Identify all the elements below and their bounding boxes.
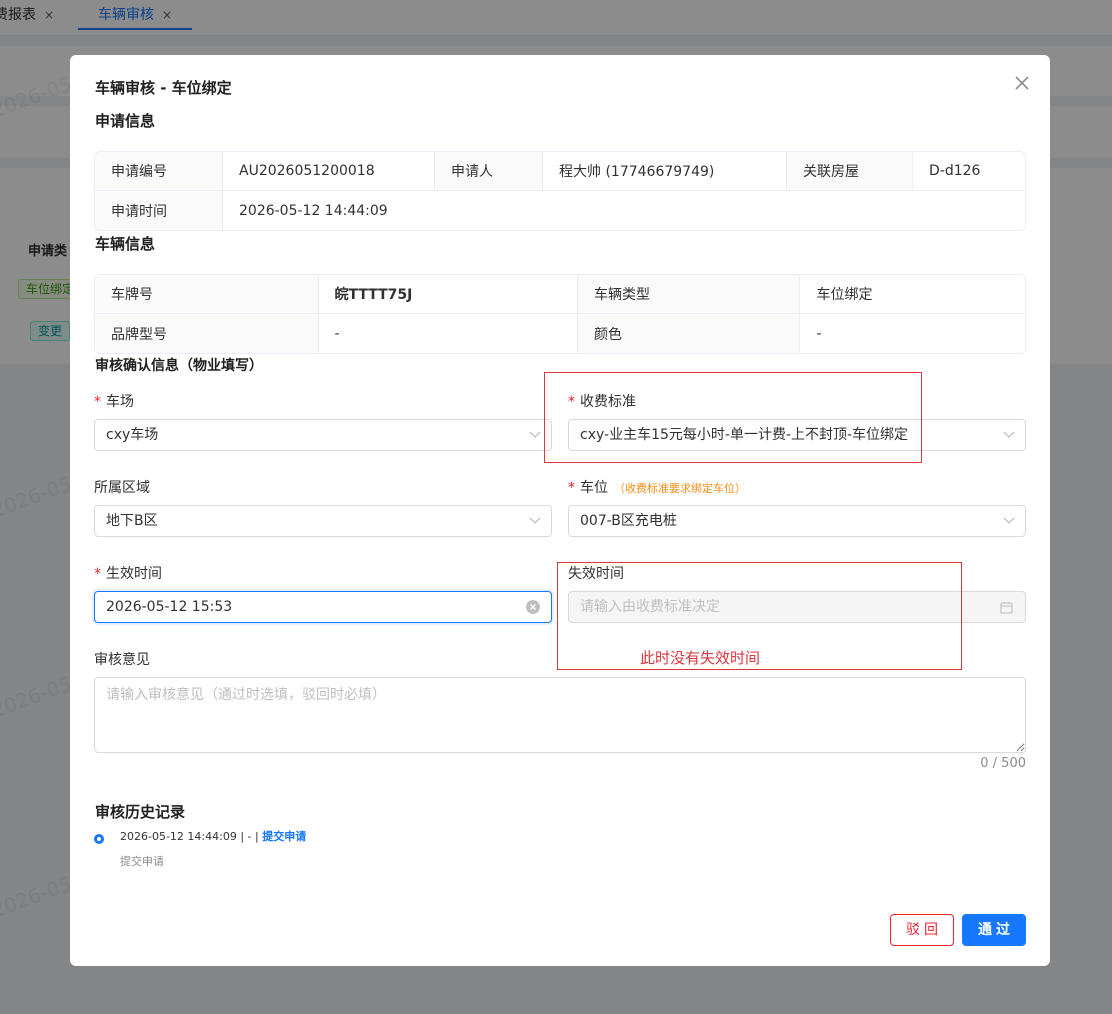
value-color: - <box>816 325 822 342</box>
value-applicant: 程大帅 (17746679749) <box>543 152 787 191</box>
chevron-down-icon <box>529 431 541 438</box>
calendar-icon <box>1000 602 1013 614</box>
clear-icon[interactable] <box>526 600 540 614</box>
timeline-item-desc: 提交申请 <box>120 855 164 868</box>
chevron-down-icon <box>529 517 541 524</box>
label-text: 车位 <box>580 480 608 496</box>
label-text: 车场 <box>106 394 134 410</box>
select-value: cxy车场 <box>106 427 159 443</box>
select-value: 地下B区 <box>106 513 158 529</box>
section-title-history: 审核历史记录 <box>95 803 186 821</box>
label-parking-lot: * 车场 <box>94 391 134 411</box>
timeline-action: 提交申请 <box>262 830 307 843</box>
pass-button[interactable]: 通过 <box>962 914 1026 946</box>
table-row: 申请编号 AU2026051200018 申请人 程大帅 (1774667974… <box>95 152 1025 191</box>
chevron-down-icon <box>1003 431 1015 438</box>
value-house: D-d126 <box>913 152 1025 191</box>
label-apply-time: 申请时间 <box>95 191 223 230</box>
value-plate: 皖TTTT75J <box>318 275 578 314</box>
timeline-item-meta: 2026-05-12 14:44:09 | - | 提交申请 <box>120 828 306 844</box>
dialog-title: 车辆审核 - 车位绑定 <box>95 79 232 97</box>
value-apply-time: 2026-05-12 14:44:09 <box>239 202 388 219</box>
label-effective-time: * 生效时间 <box>94 563 162 583</box>
parking-lot-select[interactable]: cxy车场 <box>94 419 552 451</box>
input-value: 2026-05-12 15:53 <box>106 599 233 615</box>
timeline-meta-text: 2026-05-12 14:44:09 | - | <box>120 830 263 843</box>
select-value: 007-B区充电桩 <box>580 513 677 529</box>
label-applicant: 申请人 <box>435 152 543 191</box>
area-select[interactable]: 地下B区 <box>94 505 552 537</box>
label-opinion: 审核意见 <box>94 652 150 668</box>
field-hint: （收费标准要求绑定车位） <box>614 482 746 495</box>
timeline-dot <box>94 834 104 844</box>
reject-button[interactable]: 驳回 <box>890 914 954 946</box>
annotation-note: 此时没有失效时间 <box>640 649 761 667</box>
opinion-textarea[interactable] <box>94 677 1026 753</box>
review-dialog: 车辆审核 - 车位绑定 申请信息 申请编号 AU2026051200018 申请… <box>70 55 1050 966</box>
char-counter: 0 / 500 <box>980 756 1026 771</box>
required-mark: * <box>94 566 101 582</box>
label-plate: 车牌号 <box>95 275 319 314</box>
apply-info-table: 申请编号 AU2026051200018 申请人 程大帅 (1774667974… <box>94 151 1026 231</box>
value-brand: - <box>319 314 578 353</box>
close-icon[interactable] <box>1012 73 1032 93</box>
label-house: 关联房屋 <box>787 152 913 191</box>
label-color: 颜色 <box>577 314 801 353</box>
section-title-apply: 申请信息 <box>95 112 156 130</box>
annotation-box-fee <box>544 372 922 463</box>
label-area: 所属区域 <box>94 480 150 496</box>
label-brand: 品牌型号 <box>95 314 319 353</box>
effective-time-picker[interactable]: 2026-05-12 15:53 <box>94 591 552 623</box>
table-row: 品牌型号 - 颜色 - <box>95 314 1025 353</box>
value-apply-no: AU2026051200018 <box>223 152 435 191</box>
table-row: 申请时间 2026-05-12 14:44:09 <box>95 191 1025 230</box>
required-mark: * <box>94 394 101 410</box>
required-mark: * <box>568 480 575 496</box>
table-row: 车牌号 皖TTTT75J 车辆类型 车位绑定 <box>95 275 1025 314</box>
label-parking-space: * 车位 （收费标准要求绑定车位） <box>568 477 746 497</box>
value-vehicle-type: 车位绑定 <box>800 275 1025 314</box>
chevron-down-icon <box>1003 517 1015 524</box>
label-vehicle-type: 车辆类型 <box>577 275 801 314</box>
label-text: 生效时间 <box>106 566 162 582</box>
label-apply-no: 申请编号 <box>95 152 223 191</box>
section-title-vehicle: 车辆信息 <box>95 235 156 253</box>
parking-space-select[interactable]: 007-B区充电桩 <box>568 505 1026 537</box>
section-title-review: 审核确认信息（物业填写） <box>95 358 263 374</box>
vehicle-info-table: 车牌号 皖TTTT75J 车辆类型 车位绑定 品牌型号 - 颜色 - <box>94 274 1026 354</box>
